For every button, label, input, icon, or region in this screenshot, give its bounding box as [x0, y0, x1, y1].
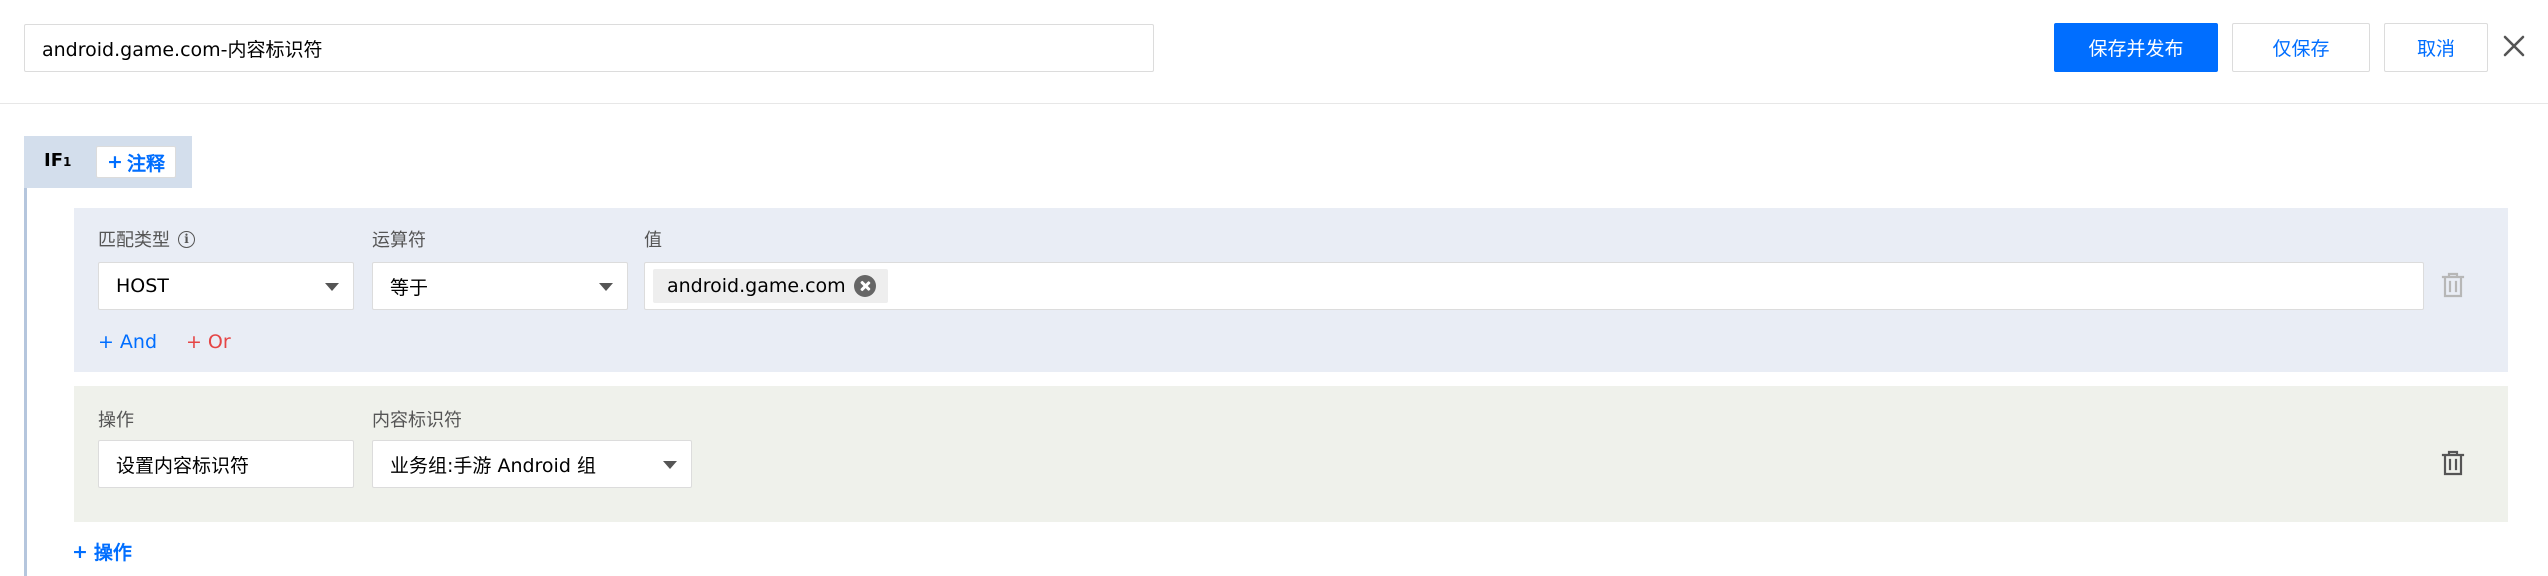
and-label: And [119, 331, 158, 353]
delete-condition-trash-icon[interactable] [2440, 271, 2466, 299]
if-keyword: IF [44, 150, 63, 171]
add-and-condition-button[interactable]: + And [98, 331, 157, 353]
or-label: Or [207, 331, 231, 353]
match-type-value: HOST [116, 275, 169, 297]
content-identifier-select[interactable]: 业务组:手游 Android 组 [372, 440, 692, 488]
operator-label: 运算符 [372, 230, 426, 251]
close-icon[interactable] [2500, 32, 2528, 60]
operator-select[interactable]: 等于 [372, 262, 628, 310]
operation-label: 操作 [98, 410, 134, 431]
operator-value: 等于 [390, 276, 429, 299]
plus-icon: + [98, 331, 114, 353]
chevron-down-icon [663, 461, 677, 469]
editor-header: 保存并发布 仅保存 取消 [0, 0, 2548, 104]
content-identifier-label: 内容标识符 [372, 410, 462, 431]
add-or-condition-button[interactable]: + Or [186, 331, 231, 353]
value-tag: android.game.com [653, 269, 888, 303]
value-tag-text: android.game.com [667, 275, 846, 297]
add-action-label: 操作 [93, 542, 132, 564]
rule-editor-page: 保存并发布 仅保存 取消 IF1 + 注释 匹配类型 i 运算符 值 HOST … [0, 0, 2548, 576]
add-note-button[interactable]: + 注释 [96, 146, 176, 178]
match-type-label: 匹配类型 i [98, 226, 195, 252]
if-index: 1 [63, 155, 72, 169]
add-note-label: 注释 [126, 152, 165, 175]
plus-icon: + [186, 331, 202, 353]
rule-name-input[interactable] [24, 24, 1154, 72]
match-type-select[interactable]: HOST [98, 262, 354, 310]
plus-icon: + [107, 151, 123, 173]
value-label: 值 [644, 230, 662, 251]
match-type-label-text: 匹配类型 [98, 230, 170, 251]
save-and-publish-button[interactable]: 保存并发布 [2054, 23, 2218, 72]
chevron-down-icon [599, 283, 613, 291]
operation-field[interactable]: 设置内容标识符 [98, 440, 354, 488]
chevron-down-icon [325, 283, 339, 291]
content-identifier-value: 业务组:手游 Android 组 [390, 454, 596, 477]
tag-remove-icon[interactable] [853, 275, 876, 297]
delete-action-trash-icon[interactable] [2440, 449, 2466, 477]
save-only-button[interactable]: 仅保存 [2232, 23, 2370, 72]
cancel-button[interactable]: 取消 [2384, 23, 2488, 72]
operation-value: 设置内容标识符 [116, 454, 250, 477]
if-block-rail [24, 138, 27, 576]
info-icon[interactable]: i [178, 230, 195, 248]
if-label: IF1 [44, 150, 71, 171]
add-action-button[interactable]: + 操作 [72, 538, 132, 565]
plus-icon: + [72, 540, 88, 563]
value-tag-input[interactable]: android.game.com [644, 262, 2424, 310]
